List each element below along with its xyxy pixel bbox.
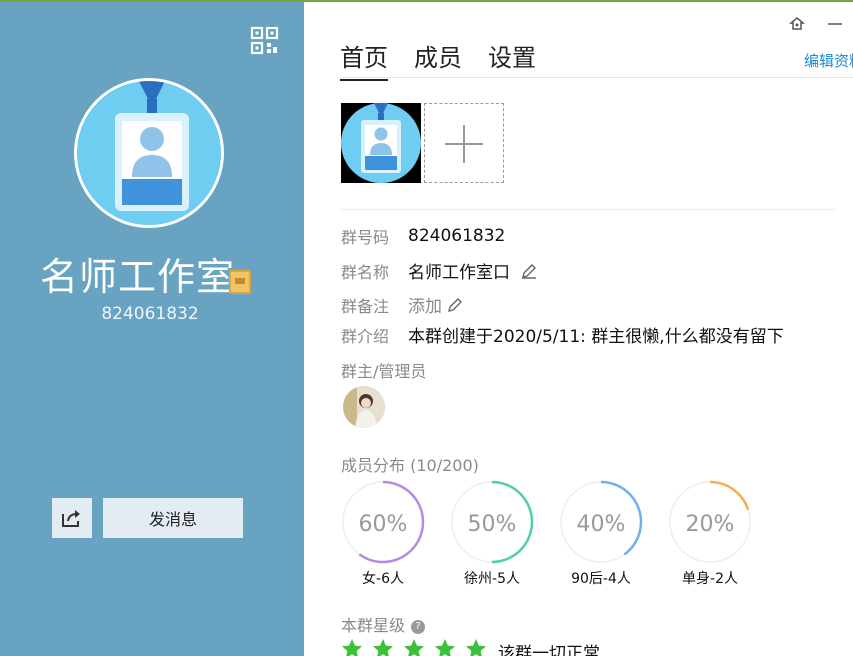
tab-home[interactable]: 首页 — [340, 38, 388, 81]
tab-bar: 首页 成员 设置 — [340, 38, 536, 81]
group-level-badge-icon — [228, 267, 252, 295]
group-name-label: 群名称 — [341, 262, 390, 282]
rating-title-text: 本群星级 — [341, 616, 406, 635]
share-icon — [62, 510, 80, 527]
group-intro-value: 本群创建于2020/5/11: 群主很懒,什么都没有留下 — [408, 327, 784, 347]
rating-status: 该群一切正常 — [498, 644, 600, 656]
group-number-row: 群号码 824061832 — [341, 224, 505, 248]
plus-icon — [445, 125, 483, 163]
star-icon — [465, 638, 487, 656]
star-icon — [434, 638, 456, 656]
help-icon[interactable]: ? — [411, 619, 426, 634]
ring-percent: 40% — [577, 512, 626, 537]
group-detail-panel: 首页 成员 设置 编辑资料 群号码 824061832 群名称 名师工作室口 — [304, 2, 853, 656]
group-intro-row: 群介绍 本群创建于2020/5/11: 群主很懒,什么都没有留下 — [341, 322, 784, 348]
add-photo-button[interactable] — [424, 103, 504, 183]
rating-title: 本群星级? — [341, 612, 426, 636]
distribution-title-text: 成员分布 — [341, 456, 406, 475]
star-icon — [372, 638, 394, 656]
edit-name-pencil-icon[interactable] — [520, 262, 538, 280]
group-remark-add-link[interactable]: 添加 — [408, 292, 442, 317]
owner-avatar[interactable] — [343, 386, 385, 428]
star-icon — [341, 638, 363, 656]
ring-label: 单身-2人 — [682, 571, 738, 587]
group-avatar[interactable] — [74, 78, 224, 228]
group-remark-row: 群备注 添加 — [341, 292, 464, 317]
ring-label: 徐州-5人 — [464, 571, 520, 587]
admins-title: 群主/管理员 — [341, 362, 427, 381]
rating-stars — [341, 638, 487, 656]
group-remark-label: 群备注 — [341, 296, 390, 316]
ring-label: 女-6人 — [362, 571, 404, 587]
share-button[interactable] — [52, 498, 92, 538]
tab-members[interactable]: 成员 — [414, 38, 462, 81]
distribution-title: 成员分布 (10/200) — [341, 452, 479, 476]
group-number-value: 824061832 — [408, 226, 506, 246]
distribution-count: (10/200) — [410, 456, 479, 475]
ring-label: 90后-4人 — [571, 571, 631, 587]
ring-percent: 50% — [468, 512, 517, 537]
group-name-row: 群名称 名师工作室口 — [341, 258, 538, 283]
minimize-icon[interactable] — [827, 16, 843, 32]
tab-settings[interactable]: 设置 — [488, 38, 536, 81]
group-id-label: 824061832 — [101, 304, 199, 324]
ring-percent: 60% — [359, 512, 408, 537]
group-number-label: 群号码 — [341, 228, 390, 247]
section-divider — [340, 209, 835, 210]
distribution-ring: 50% 徐州-5人 — [450, 480, 534, 588]
tab-divider — [340, 77, 853, 78]
qr-code-icon[interactable] — [250, 26, 280, 56]
edit-profile-link[interactable]: 编辑资料 — [804, 50, 853, 71]
send-message-button[interactable]: 发消息 — [103, 498, 243, 538]
pin-icon[interactable] — [788, 16, 806, 32]
star-icon — [403, 638, 425, 656]
group-photo-thumbnail[interactable] — [341, 103, 421, 183]
distribution-ring: 40% 90后-4人 — [559, 480, 643, 588]
ring-percent: 20% — [686, 512, 735, 537]
group-name-value: 名师工作室口 — [408, 263, 510, 283]
group-profile-panel: 名师工作室 824061832 发消息 — [0, 2, 304, 656]
group-name-title: 名师工作室 — [40, 255, 236, 299]
distribution-ring: 20% 单身-2人 — [668, 480, 752, 588]
group-intro-label: 群介绍 — [341, 326, 390, 346]
edit-remark-pencil-icon[interactable] — [446, 296, 464, 314]
distribution-ring: 60% 女-6人 — [341, 480, 425, 588]
